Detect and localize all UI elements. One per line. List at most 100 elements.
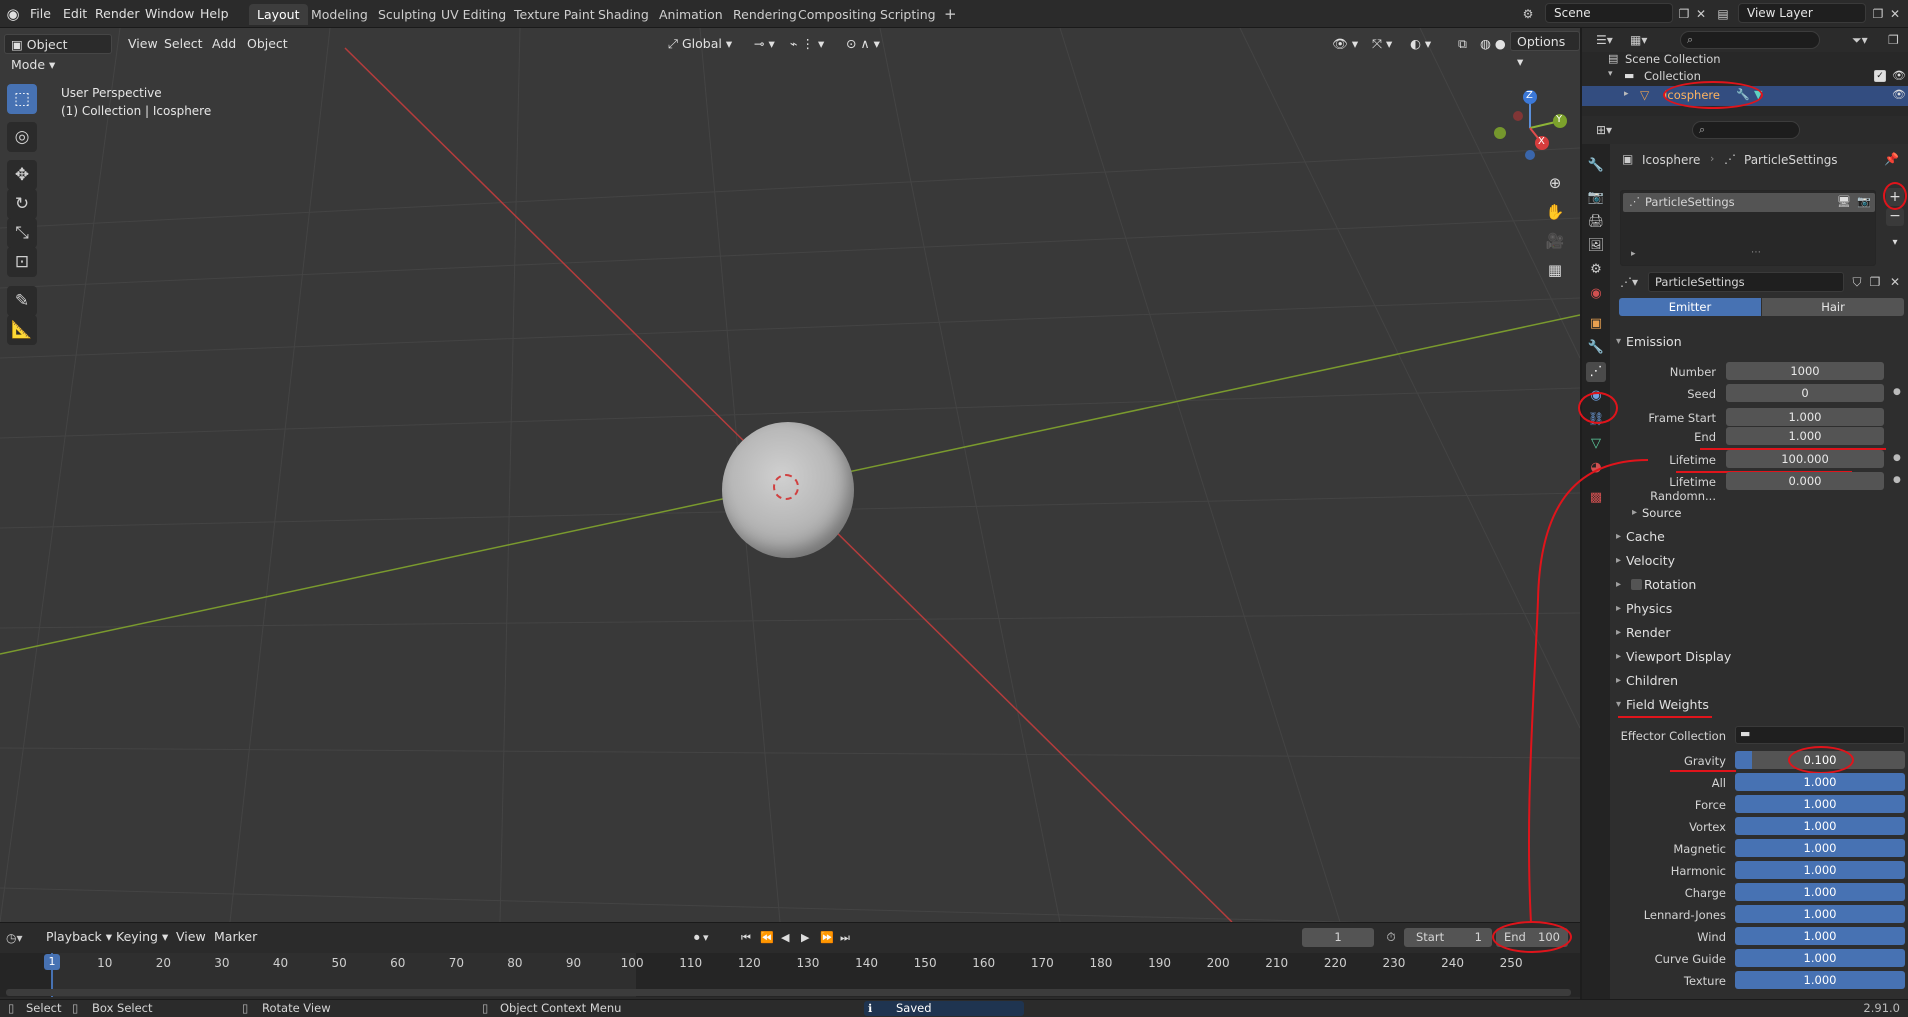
camera-icon[interactable]: 🎥 — [1542, 228, 1568, 254]
field-weight-slider[interactable]: 1.000 — [1735, 949, 1905, 967]
tab-layout[interactable]: Layout — [249, 4, 308, 25]
lifetime-field[interactable]: 100.000 — [1726, 450, 1884, 468]
tab-scripting[interactable]: Scripting — [872, 4, 944, 25]
stopwatch-icon[interactable]: ⏱ — [1382, 928, 1400, 947]
perspective-grid-icon[interactable]: ▦ — [1542, 257, 1568, 283]
snap-icon[interactable]: ⌁ ⋮ ▾ — [784, 34, 830, 54]
render-camera-icon[interactable]: 📷 — [1857, 195, 1871, 208]
field-weight-slider[interactable]: 1.000 — [1735, 927, 1905, 945]
field-weight-slider[interactable]: 1.000 — [1735, 773, 1905, 791]
current-frame-field[interactable]: 1 — [1302, 928, 1374, 947]
unlink-icon[interactable]: ✕ — [1886, 272, 1904, 292]
zoom-icon[interactable]: ⊕ — [1542, 170, 1568, 196]
gravity-slider[interactable]: 0.100 — [1735, 751, 1905, 769]
play-icon[interactable]: ▶ — [801, 928, 817, 948]
xray-icon[interactable]: ⧉ — [1452, 34, 1473, 54]
eye-icon[interactable]: 👁 — [1892, 69, 1906, 82]
add-slot-button[interactable]: + — [1886, 188, 1904, 206]
filter-icon[interactable]: ⏷▾ — [1852, 31, 1882, 49]
pan-hand-icon[interactable]: ✋ — [1542, 199, 1568, 225]
play-reverse-icon[interactable]: ◀ — [781, 928, 797, 948]
menu-add[interactable]: Add — [206, 34, 242, 54]
rotate-tool-icon[interactable]: ↻ — [7, 189, 37, 219]
eye-icon[interactable]: 👁 — [1892, 88, 1906, 101]
fake-user-shield-icon[interactable]: ⛉ — [1848, 272, 1866, 292]
menu-timeline-view[interactable]: View — [170, 927, 212, 947]
checkbox-icon[interactable]: ✓ — [1874, 70, 1886, 82]
delete-scene-icon[interactable]: ✕ — [1694, 5, 1708, 23]
pin-icon[interactable]: 📌 — [1884, 152, 1899, 166]
render-tab-icon[interactable]: 📷 — [1586, 188, 1606, 208]
scene-tab-icon[interactable]: ⚙ — [1586, 260, 1606, 280]
options-dropdown[interactable]: Options ▾ — [1510, 31, 1580, 69]
scene-field[interactable]: Scene — [1545, 3, 1673, 23]
world-tab-icon[interactable]: ◉ — [1586, 284, 1606, 304]
list-expand-icon[interactable]: ▸ — [1631, 249, 1636, 259]
orientation-dropdown[interactable]: ⤢ Global ▾ — [662, 34, 738, 54]
menu-playback[interactable]: Playback ▾ — [40, 927, 118, 947]
timeline-editor-type-icon[interactable]: ◷▾ — [6, 929, 34, 947]
tab-compositing[interactable]: Compositing — [790, 4, 884, 25]
scene-collection-row[interactable]: ▤ Scene Collection — [1582, 52, 1908, 68]
menu-file[interactable]: File — [24, 5, 57, 23]
menu-select[interactable]: Select — [158, 34, 209, 54]
keyframe-dot-icon[interactable]: ● — [1893, 453, 1901, 463]
slot-menu-icon[interactable]: ▾ — [1886, 234, 1904, 252]
particles-tab-icon[interactable]: ⋰ — [1586, 362, 1606, 382]
tab-texture-paint[interactable]: Texture Paint — [506, 4, 603, 25]
tab-modeling[interactable]: Modeling — [303, 4, 376, 25]
scene-icon[interactable]: ⚙ — [1518, 5, 1538, 23]
new-scene-icon[interactable]: ❐ — [1676, 5, 1692, 23]
icosphere-row[interactable]: ▸ ▽ Icosphere 🔧 ▼ 👁 — [1582, 86, 1908, 106]
emission-panel-header[interactable]: Emission — [1614, 331, 1904, 353]
select-box-tool-icon[interactable]: ⬚ — [7, 84, 37, 114]
view-layer-field[interactable]: View Layer — [1738, 3, 1866, 23]
gizmo-toggle-icon[interactable]: ⤧ ▾ — [1366, 34, 1398, 54]
display-mode-icon[interactable]: ▦▾ — [1630, 31, 1658, 49]
remove-slot-button[interactable]: − — [1886, 208, 1904, 226]
new-view-layer-icon[interactable]: ❐ — [1870, 5, 1886, 23]
measure-tool-icon[interactable]: 📐 — [7, 315, 37, 345]
pivot-icon[interactable]: ⊸ ▾ — [748, 34, 781, 54]
start-frame-field[interactable]: Start 1 — [1404, 928, 1492, 947]
monitor-icon[interactable]: 🖥 — [1837, 195, 1851, 208]
tab-animation[interactable]: Animation — [651, 4, 731, 25]
field-weight-slider[interactable]: 1.000 — [1735, 839, 1905, 857]
visibility-icon[interactable]: 👁 ▾ — [1326, 34, 1364, 54]
field-weight-slider[interactable]: 1.000 — [1735, 817, 1905, 835]
physics-tab-icon[interactable]: ◉ — [1586, 386, 1606, 406]
number-field[interactable]: 1000 — [1726, 362, 1884, 380]
auto-key-record-icon[interactable]: ⏺ ▾ — [694, 929, 724, 947]
view-layer-tab-icon[interactable]: 🖼 — [1586, 236, 1606, 256]
resize-handle-icon[interactable]: ⋯ — [1751, 247, 1761, 258]
tab-shading[interactable]: Shading — [590, 4, 657, 25]
menu-object[interactable]: Object — [241, 34, 294, 54]
tool-tab-icon[interactable]: 🔧 — [1586, 156, 1606, 176]
modifiers-tab-icon[interactable]: 🔧 — [1586, 338, 1606, 358]
expand-arrow-icon[interactable]: ▾ — [1608, 69, 1613, 79]
menu-edit[interactable]: Edit — [57, 5, 93, 23]
delete-view-layer-icon[interactable]: ✕ — [1888, 5, 1902, 23]
tab-uv-editing[interactable]: UV Editing — [433, 4, 514, 25]
seed-field[interactable]: 0 — [1726, 384, 1884, 402]
blender-logo-icon[interactable]: ◉ — [4, 5, 22, 23]
jump-keyframe-back-icon[interactable]: ⏪ — [760, 928, 776, 948]
keyframe-dot-icon[interactable]: ● — [1893, 387, 1901, 397]
field-weight-slider[interactable]: 1.000 — [1735, 971, 1905, 989]
navigation-gizmo[interactable]: Z Y X — [1490, 88, 1570, 168]
scale-tool-icon[interactable]: ⤡ — [7, 218, 37, 248]
frame-end-field[interactable]: 1.000 — [1726, 427, 1884, 445]
properties-search-input[interactable]: ⌕ — [1692, 121, 1800, 139]
particle-system-list[interactable]: ⋰ ParticleSettings 🖥 📷 ▸ ⋯ — [1620, 190, 1876, 266]
proportional-edit-icon[interactable]: ⊙ ∧ ▾ — [840, 34, 886, 54]
lifetime-random-field[interactable]: 0.000 — [1726, 472, 1884, 490]
add-workspace-button[interactable]: + — [936, 4, 965, 25]
cursor-tool-icon[interactable]: ◎ — [7, 122, 37, 152]
effector-collection-field[interactable]: ▬ — [1735, 726, 1905, 744]
field-weight-slider[interactable]: 1.000 — [1735, 795, 1905, 813]
expand-arrow-icon[interactable]: ▸ — [1624, 89, 1629, 99]
properties-editor-type-icon[interactable]: ⊞▾ — [1596, 121, 1624, 139]
menu-render[interactable]: Render — [89, 5, 146, 23]
transform-tool-icon[interactable]: ⊡ — [7, 247, 37, 277]
view-layer-icon[interactable]: ▤ — [1713, 5, 1733, 23]
